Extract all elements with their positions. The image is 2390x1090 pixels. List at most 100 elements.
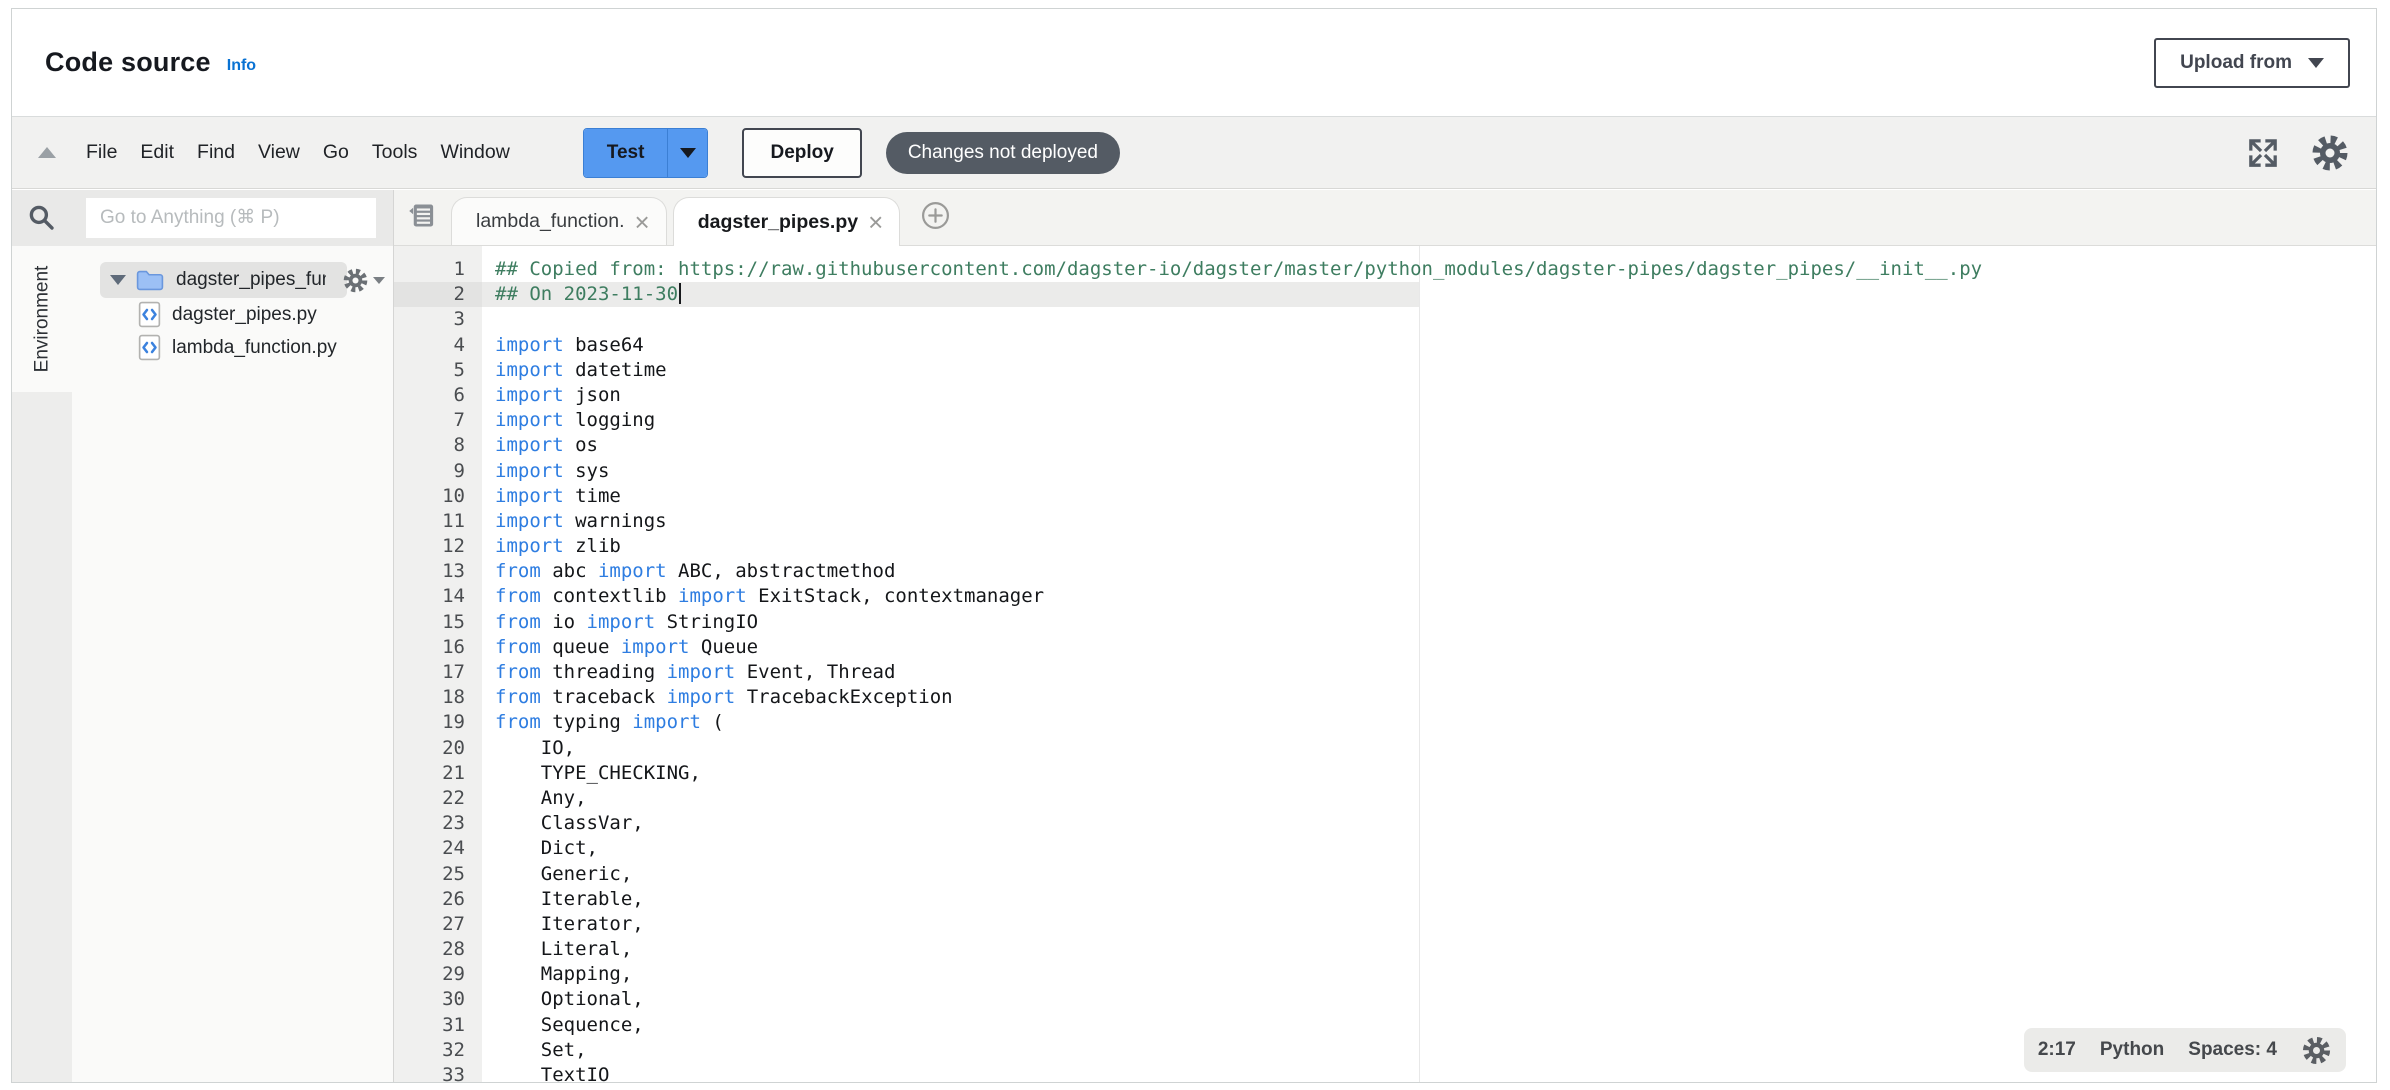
code-line-3[interactable]: 3 bbox=[394, 307, 2376, 332]
new-tab-icon[interactable] bbox=[920, 200, 951, 236]
line-number: 31 bbox=[394, 1013, 482, 1038]
editor-tabbar: lambda_function. × dagster_pipes.py × bbox=[394, 190, 2376, 246]
code-line-18[interactable]: 18from traceback import TracebackExcepti… bbox=[394, 685, 2376, 710]
line-number: 18 bbox=[394, 685, 482, 710]
code-line-9[interactable]: 9import sys bbox=[394, 459, 2376, 484]
side-tab-strip: Environment bbox=[12, 190, 72, 1082]
code-line-16[interactable]: 16from queue import Queue bbox=[394, 635, 2376, 660]
info-link[interactable]: Info bbox=[227, 57, 256, 75]
line-number: 19 bbox=[394, 710, 482, 735]
file-name: dagster_pipes.py bbox=[172, 304, 317, 326]
folder-disclosure-icon[interactable] bbox=[110, 275, 126, 285]
menu-item-find[interactable]: Find bbox=[197, 141, 235, 164]
sidebar-tab-environment[interactable]: Environment bbox=[12, 246, 72, 392]
line-number: 26 bbox=[394, 887, 482, 912]
code-line-15[interactable]: 15from io import StringIO bbox=[394, 610, 2376, 635]
code-line-21[interactable]: 21 TYPE_CHECKING, bbox=[394, 761, 2376, 786]
indentation-setting[interactable]: Spaces: 4 bbox=[2188, 1039, 2277, 1061]
code-line-6[interactable]: 6import json bbox=[394, 383, 2376, 408]
line-content: from typing import ( bbox=[482, 710, 724, 735]
menu-item-edit[interactable]: Edit bbox=[140, 141, 174, 164]
upload-from-button[interactable]: Upload from bbox=[2154, 38, 2350, 88]
line-content: from threading import Event, Thread bbox=[482, 660, 895, 685]
line-content: TextIO bbox=[482, 1063, 609, 1082]
tree-file-dagster_pipes-py[interactable]: dagster_pipes.py bbox=[72, 298, 393, 331]
tree-file-lambda_function-py[interactable]: lambda_function.py bbox=[72, 331, 393, 364]
code-line-23[interactable]: 23 ClassVar, bbox=[394, 811, 2376, 836]
goto-anything-input[interactable] bbox=[86, 198, 376, 238]
text-cursor bbox=[679, 283, 681, 304]
tab-list: lambda_function. × dagster_pipes.py × bbox=[451, 197, 906, 245]
code-line-5[interactable]: 5import datetime bbox=[394, 358, 2376, 383]
line-number: 22 bbox=[394, 786, 482, 811]
tree-settings-gear-icon[interactable] bbox=[342, 267, 385, 294]
fullscreen-icon[interactable] bbox=[2246, 136, 2280, 170]
line-number: 23 bbox=[394, 811, 482, 836]
line-number: 16 bbox=[394, 635, 482, 660]
menu-item-window[interactable]: Window bbox=[440, 141, 509, 164]
menu-item-file[interactable]: File bbox=[86, 141, 117, 164]
code-line-20[interactable]: 20 IO, bbox=[394, 736, 2376, 761]
cursor-position[interactable]: 2:17 bbox=[2038, 1039, 2076, 1061]
tab-list-icon[interactable] bbox=[406, 200, 437, 236]
menu-item-tools[interactable]: Tools bbox=[372, 141, 418, 164]
code-line-7[interactable]: 7import logging bbox=[394, 408, 2376, 433]
code-editor[interactable]: 1## Copied from: https://raw.githubuserc… bbox=[394, 246, 2376, 1082]
test-dropdown-button[interactable] bbox=[667, 129, 707, 177]
code-line-12[interactable]: 12import zlib bbox=[394, 534, 2376, 559]
code-line-10[interactable]: 10import time bbox=[394, 484, 2376, 509]
code-line-22[interactable]: 22 Any, bbox=[394, 786, 2376, 811]
collapse-panel-icon[interactable] bbox=[38, 147, 56, 158]
line-content bbox=[482, 307, 495, 332]
menu-item-go[interactable]: Go bbox=[323, 141, 349, 164]
tab-label: dagster_pipes.py bbox=[698, 211, 858, 234]
settings-gear-icon[interactable] bbox=[2310, 133, 2350, 173]
chevron-down-icon bbox=[680, 148, 696, 158]
code-line-4[interactable]: 4import base64 bbox=[394, 333, 2376, 358]
line-number: 1 bbox=[394, 257, 482, 282]
line-content: from contextlib import ExitStack, contex… bbox=[482, 584, 1044, 609]
status-badge: Changes not deployed bbox=[886, 132, 1120, 174]
line-content: import datetime bbox=[482, 358, 667, 383]
language-mode[interactable]: Python bbox=[2100, 1039, 2164, 1061]
menu-item-view[interactable]: View bbox=[258, 141, 300, 164]
test-button[interactable]: Test bbox=[584, 129, 668, 177]
line-content: Optional, bbox=[482, 987, 644, 1012]
code-line-19[interactable]: 19from typing import ( bbox=[394, 710, 2376, 735]
test-split-button[interactable]: Test bbox=[583, 128, 709, 178]
line-content: from io import StringIO bbox=[482, 610, 758, 635]
code-line-25[interactable]: 25 Generic, bbox=[394, 862, 2376, 887]
code-line-27[interactable]: 27 Iterator, bbox=[394, 912, 2376, 937]
code-line-24[interactable]: 24 Dict, bbox=[394, 836, 2376, 861]
code-line-14[interactable]: 14from contextlib import ExitStack, cont… bbox=[394, 584, 2376, 609]
code-line-28[interactable]: 28 Literal, bbox=[394, 937, 2376, 962]
line-content: Sequence, bbox=[482, 1013, 644, 1038]
line-number: 24 bbox=[394, 836, 482, 861]
code-line-26[interactable]: 26 Iterable, bbox=[394, 887, 2376, 912]
line-number: 10 bbox=[394, 484, 482, 509]
line-number: 9 bbox=[394, 459, 482, 484]
goto-anything-bar bbox=[72, 190, 393, 246]
line-content: import zlib bbox=[482, 534, 621, 559]
code-line-2[interactable]: 2## On 2023-11-30 bbox=[394, 282, 2376, 307]
tab-label: lambda_function. bbox=[476, 210, 625, 233]
code-line-17[interactable]: 17from threading import Event, Thread bbox=[394, 660, 2376, 685]
editor-tab-dagster_pipes-py[interactable]: dagster_pipes.py × bbox=[673, 197, 901, 246]
statusbar-gear-icon[interactable] bbox=[2301, 1035, 2332, 1066]
code-line-1[interactable]: 1## Copied from: https://raw.githubuserc… bbox=[394, 257, 2376, 282]
line-content: import warnings bbox=[482, 509, 667, 534]
code-line-8[interactable]: 8import os bbox=[394, 433, 2376, 458]
code-line-13[interactable]: 13from abc import ABC, abstractmethod bbox=[394, 559, 2376, 584]
line-number: 33 bbox=[394, 1063, 482, 1082]
line-content: Mapping, bbox=[482, 962, 632, 987]
code-line-30[interactable]: 30 Optional, bbox=[394, 987, 2376, 1012]
chevron-down-icon bbox=[2308, 58, 2324, 68]
tree-folder-row[interactable]: dagster_pipes_funct bbox=[72, 262, 393, 298]
deploy-button[interactable]: Deploy bbox=[742, 128, 861, 178]
line-number: 6 bbox=[394, 383, 482, 408]
code-line-11[interactable]: 11import warnings bbox=[394, 509, 2376, 534]
code-line-29[interactable]: 29 Mapping, bbox=[394, 962, 2376, 987]
tab-close-icon[interactable]: × bbox=[868, 212, 883, 232]
editor-tab-lambda_function[interactable]: lambda_function. × bbox=[451, 197, 667, 245]
tab-close-icon[interactable]: × bbox=[635, 212, 650, 232]
